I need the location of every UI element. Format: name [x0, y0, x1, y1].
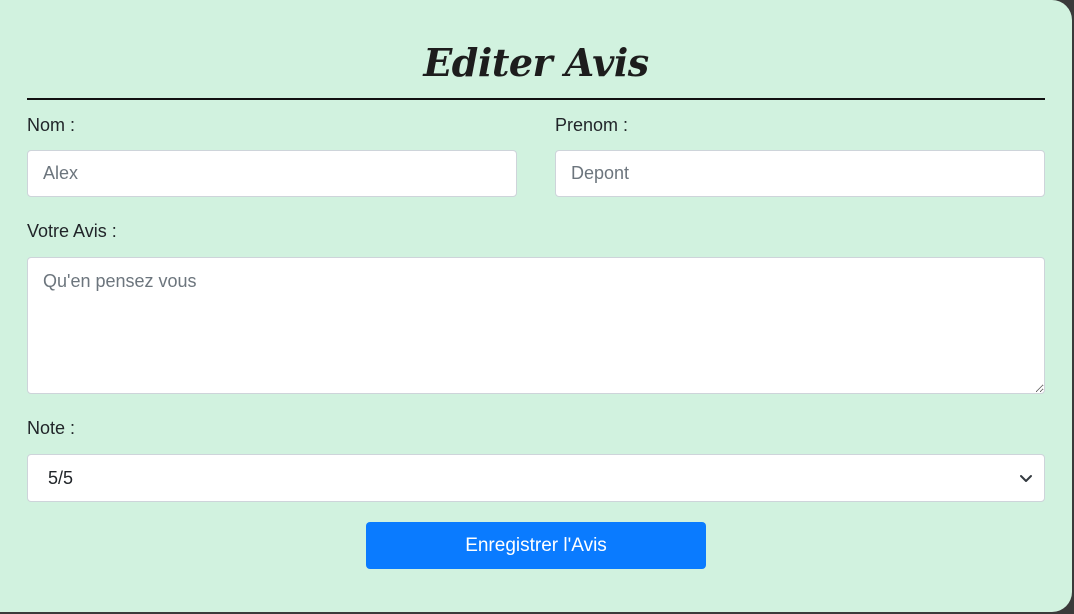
nom-input[interactable] — [27, 150, 517, 197]
chevron-down-icon — [1020, 475, 1032, 482]
avis-label: Votre Avis : — [27, 221, 117, 241]
nom-label: Nom : — [27, 115, 76, 135]
submit-review-button[interactable]: Enregistrer l'Avis — [366, 522, 706, 569]
note-selected-value: 5/5 — [48, 468, 74, 488]
avis-textarea[interactable] — [27, 257, 1045, 394]
note-select[interactable]: 5/5 — [27, 454, 1045, 502]
title-divider — [27, 98, 1045, 100]
page-title: Editer Avis — [423, 40, 649, 85]
note-label: Note : — [27, 418, 76, 438]
review-form-card: Editer Avis Nom : Prenom : Votre Avis : … — [0, 0, 1072, 612]
prenom-input[interactable] — [555, 150, 1045, 197]
prenom-label: Prenom : — [555, 115, 629, 135]
